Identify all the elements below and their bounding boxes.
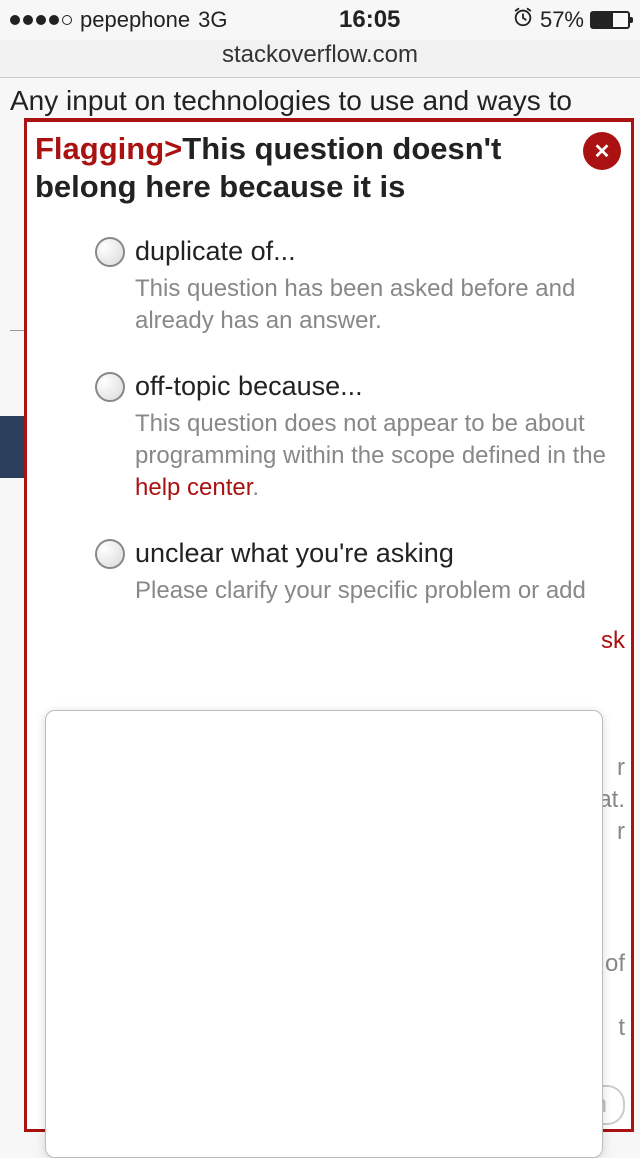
radio-icon[interactable]	[95, 372, 125, 402]
carrier-label: pepephone	[80, 7, 190, 33]
option-label: off-topic because...	[135, 371, 363, 402]
flag-modal: ✕ Flagging>This question doesn't belong …	[24, 118, 634, 1132]
modal-title: Flagging>This question doesn't belong he…	[35, 130, 623, 206]
option-desc: Please clarify your specific problem or …	[135, 575, 613, 607]
network-label: 3G	[198, 7, 227, 33]
battery-icon	[590, 11, 630, 29]
address-bar[interactable]: stackoverflow.com	[0, 40, 640, 78]
alarm-icon	[512, 6, 534, 34]
option-desc: This question has been asked before and …	[135, 273, 613, 337]
status-left: pepephone 3G	[10, 7, 227, 33]
option-duplicate[interactable]: duplicate of... This question has been a…	[95, 236, 613, 337]
flagging-breadcrumb[interactable]: Flagging	[35, 131, 164, 166]
cutoff-text: r	[617, 818, 625, 846]
battery-pct: 57%	[540, 7, 584, 33]
option-offtopic[interactable]: off-topic because... This question does …	[95, 371, 613, 504]
status-right: 57%	[512, 6, 630, 34]
radio-icon[interactable]	[95, 237, 125, 267]
option-desc-text: This question does not appear to be abou…	[135, 410, 606, 469]
sidebar-fragment	[0, 416, 24, 478]
cutoff-text: sk	[601, 627, 625, 655]
blank-popup-overlay[interactable]	[45, 710, 603, 1158]
help-center-link[interactable]: help center	[135, 474, 252, 501]
signal-dots-icon	[10, 15, 72, 25]
status-time: 16:05	[227, 6, 511, 34]
option-label: unclear what you're asking	[135, 538, 454, 569]
radio-icon[interactable]	[95, 539, 125, 569]
cutoff-text: of	[605, 950, 625, 978]
close-icon: ✕	[594, 139, 611, 164]
option-desc-suffix: .	[252, 474, 259, 501]
option-desc: This question does not appear to be abou…	[135, 408, 613, 504]
option-label: duplicate of...	[135, 236, 296, 267]
cutoff-text: r	[617, 754, 625, 782]
option-unclear[interactable]: unclear what you're asking Please clarif…	[95, 538, 613, 607]
status-bar: pepephone 3G 16:05 57%	[0, 0, 640, 40]
close-button[interactable]: ✕	[583, 132, 621, 170]
